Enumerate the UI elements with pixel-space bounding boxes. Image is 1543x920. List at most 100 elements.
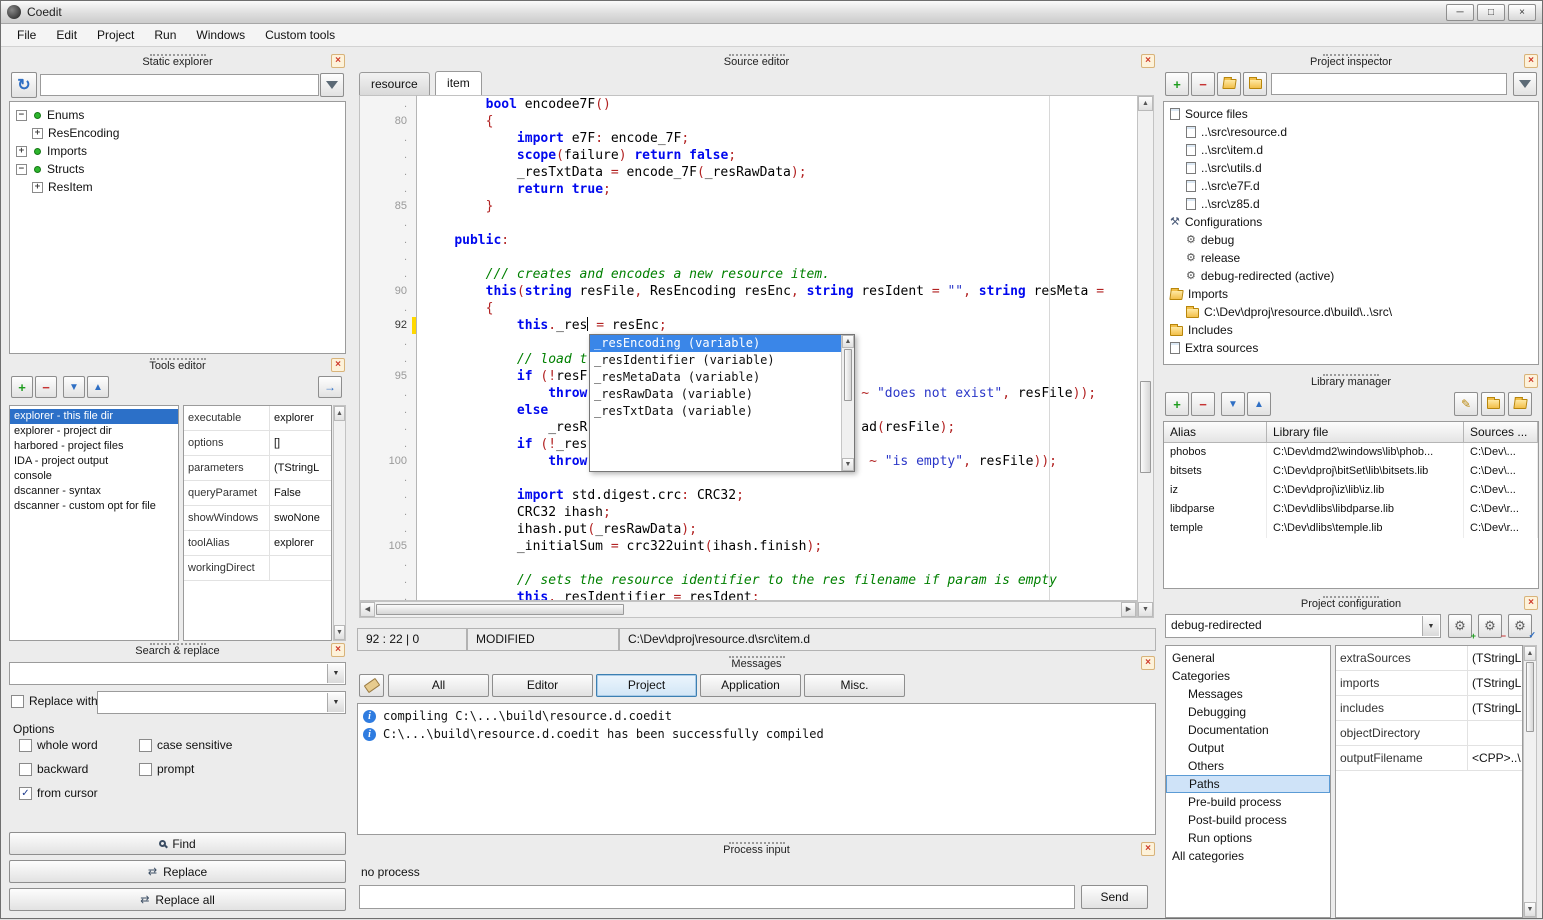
property-value[interactable]: (TStringL: [1468, 701, 1522, 715]
code-line[interactable]: import e7F: encode_7F;: [423, 130, 1137, 147]
option-case-sensitive[interactable]: case sensitive: [139, 738, 342, 752]
menu-custom-tools[interactable]: Custom tools: [255, 25, 345, 45]
property-value[interactable]: explorer: [270, 537, 331, 549]
close-panel-icon[interactable]: ×: [331, 54, 345, 68]
editor-hscrollbar[interactable]: ◀ ▶: [359, 601, 1137, 618]
code-line[interactable]: [423, 215, 1137, 232]
scroll-thumb[interactable]: [1140, 381, 1151, 473]
dropdown-icon[interactable]: ▼: [327, 693, 344, 712]
replace-button[interactable]: ⇄Replace: [9, 860, 346, 883]
scroll-down-icon[interactable]: ▼: [1138, 602, 1153, 617]
property-row[interactable]: options[]: [184, 431, 331, 456]
panel-header[interactable]: Library manager ×: [1163, 373, 1539, 390]
remove-configuration-button[interactable]: ⚙−: [1478, 614, 1502, 638]
property-row[interactable]: workingDirect: [184, 556, 331, 581]
configuration-selector[interactable]: debug-redirected ▼: [1165, 614, 1441, 638]
remove-tool-button[interactable]: −: [35, 376, 57, 398]
tree-item[interactable]: ..\src\resource.d: [1164, 123, 1538, 141]
scroll-up-icon[interactable]: ▲: [334, 406, 345, 421]
category-item-debugging[interactable]: Debugging: [1166, 703, 1330, 721]
category-item-run-options[interactable]: Run options: [1166, 829, 1330, 847]
tab-item[interactable]: item: [435, 71, 482, 95]
property-row[interactable]: parameters(TStringL: [184, 456, 331, 481]
property-value[interactable]: False: [270, 487, 331, 499]
close-panel-icon[interactable]: ×: [331, 643, 345, 657]
library-row[interactable]: phobosC:\Dev\dmd2\windows\lib\phob...C:\…: [1164, 443, 1538, 462]
config-scrollbar[interactable]: ▲ ▼: [1523, 645, 1537, 918]
filter-button-project[interactable]: Project: [596, 674, 697, 697]
refresh-button[interactable]: ↻: [11, 72, 37, 98]
code-line[interactable]: }: [423, 198, 1137, 215]
search-combo[interactable]: ▼: [9, 662, 346, 685]
tree-item[interactable]: C:\Dev\dproj\resource.d\build\..\src\: [1164, 303, 1538, 321]
apply-tool-button[interactable]: →: [318, 376, 342, 398]
add-tool-button[interactable]: +: [11, 376, 33, 398]
menu-windows[interactable]: Windows: [186, 25, 255, 45]
scroll-thumb[interactable]: [844, 349, 852, 401]
code-line[interactable]: ihash.put(_resRawData);: [423, 521, 1137, 538]
close-panel-icon[interactable]: ×: [1524, 374, 1538, 388]
add-folder-button[interactable]: [1243, 72, 1267, 96]
tree-item[interactable]: +Imports: [10, 142, 345, 160]
dropdown-icon[interactable]: ▼: [1422, 616, 1439, 636]
property-value[interactable]: []: [270, 437, 331, 449]
library-row[interactable]: izC:\Dev\dproj\iz\lib\iz.libC:\Dev\...: [1164, 481, 1538, 500]
tools-scrollbar[interactable]: ▲ ▼: [333, 405, 346, 641]
tool-list-item[interactable]: harbored - project files: [10, 439, 178, 454]
replace-all-button[interactable]: ⇄Replace all: [9, 888, 346, 911]
menu-edit[interactable]: Edit: [46, 25, 87, 45]
filter-button[interactable]: [1513, 72, 1537, 96]
open-folder-button[interactable]: [1217, 72, 1241, 96]
code-line[interactable]: scope(failure) return false;: [423, 147, 1137, 164]
code-line[interactable]: public:: [423, 232, 1137, 249]
remove-source-button[interactable]: −: [1191, 72, 1215, 96]
code-line[interactable]: /// creates and encodes a new resource i…: [423, 266, 1137, 283]
filter-button-misc[interactable]: Misc.: [804, 674, 905, 697]
completion-scrollbar[interactable]: ▲ ▼: [841, 335, 854, 471]
close-panel-icon[interactable]: ×: [1141, 656, 1155, 670]
add-library-file-button[interactable]: [1481, 392, 1505, 416]
expand-icon[interactable]: +: [32, 128, 43, 139]
code-line[interactable]: import std.digest.crc: CRC32;: [423, 487, 1137, 504]
panel-header[interactable]: Static explorer ×: [9, 53, 346, 70]
process-input-field[interactable]: [359, 885, 1075, 909]
tool-list-item[interactable]: IDA - project output: [10, 454, 178, 469]
library-row[interactable]: bitsetsC:\Dev\dproj\bitSet\lib\bitsets.l…: [1164, 462, 1538, 481]
editor-vscrollbar[interactable]: ▲ ▼: [1137, 95, 1154, 618]
panel-header[interactable]: Tools editor ×: [9, 357, 346, 374]
code-line[interactable]: bool encodee7F(): [423, 96, 1137, 113]
tree-item[interactable]: Extra sources: [1164, 339, 1538, 357]
tree-item[interactable]: Imports: [1164, 285, 1538, 303]
category-item-all-categories[interactable]: All categories: [1166, 847, 1330, 865]
tool-list-item[interactable]: dscanner - custom opt for file: [10, 499, 178, 514]
option-backward[interactable]: backward: [19, 762, 139, 776]
add-library-folder-button[interactable]: [1508, 392, 1532, 416]
find-button[interactable]: Find: [9, 832, 346, 855]
code-line[interactable]: _initialSum = crc322uint(ihash.finish);: [423, 538, 1137, 555]
code-line[interactable]: [423, 470, 1137, 487]
expand-icon[interactable]: +: [16, 146, 27, 157]
property-value[interactable]: explorer: [270, 412, 331, 424]
category-item-output[interactable]: Output: [1166, 739, 1330, 757]
panel-header[interactable]: Source editor ×: [357, 53, 1156, 70]
code-line[interactable]: this(string resFile, ResEncoding resEnc,…: [423, 283, 1137, 300]
tool-list-item[interactable]: explorer - project dir: [10, 424, 178, 439]
code-line[interactable]: CRC32 ihash;: [423, 504, 1137, 521]
category-item-general[interactable]: General: [1166, 649, 1330, 667]
scroll-left-icon[interactable]: ◀: [360, 602, 375, 617]
replace-combo[interactable]: ▼: [97, 691, 346, 714]
code-line[interactable]: return true;: [423, 181, 1137, 198]
completion-item[interactable]: _resEncoding (variable): [590, 335, 841, 352]
close-panel-icon[interactable]: ×: [1141, 842, 1155, 856]
tree-item[interactable]: ⚙debug-redirected (active): [1164, 267, 1538, 285]
expand-icon[interactable]: +: [32, 182, 43, 193]
add-library-button[interactable]: +: [1165, 392, 1189, 416]
panel-header[interactable]: Process input ×: [357, 841, 1156, 858]
tree-item[interactable]: Includes: [1164, 321, 1538, 339]
tool-list-item[interactable]: console: [10, 469, 178, 484]
library-row[interactable]: libdparseC:\Dev\dlibs\libdparse.libC:\De…: [1164, 500, 1538, 519]
category-item-messages[interactable]: Messages: [1166, 685, 1330, 703]
dropdown-icon[interactable]: ▼: [327, 664, 344, 683]
scroll-up-icon[interactable]: ▲: [842, 335, 854, 348]
tree-item[interactable]: ⚙debug: [1164, 231, 1538, 249]
